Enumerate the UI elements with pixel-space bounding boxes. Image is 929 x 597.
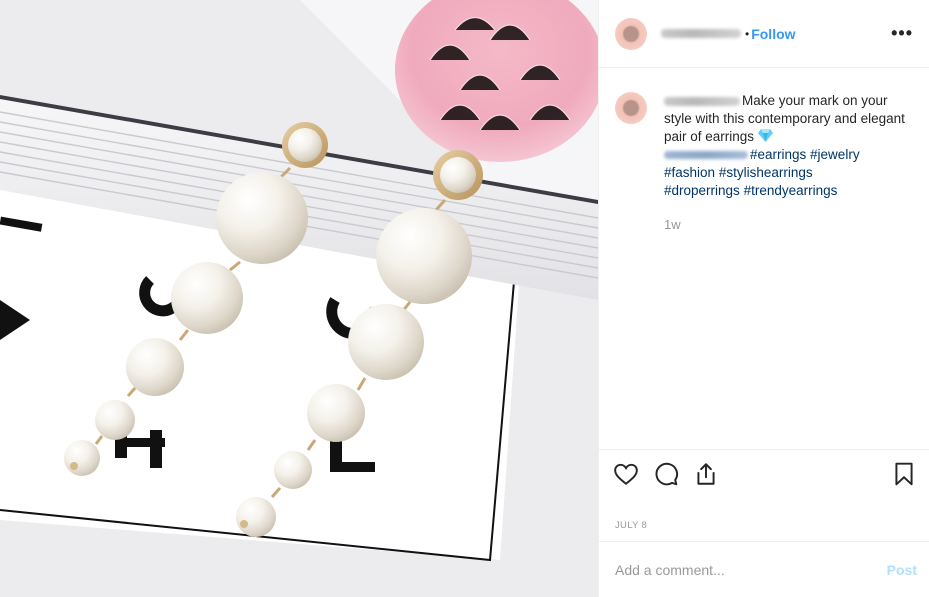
author-avatar[interactable] [615, 17, 647, 50]
comment-input[interactable] [615, 561, 887, 578]
hashtag-link[interactable]: #droperrings [664, 183, 740, 198]
hashtag-link[interactable]: #fashion [664, 165, 715, 180]
save-button[interactable] [891, 461, 917, 487]
gem-emoji-icon [757, 129, 773, 142]
share-button[interactable] [693, 461, 719, 487]
caption-tag-redacted[interactable] [664, 151, 748, 160]
like-button[interactable] [613, 461, 639, 487]
action-bar [599, 449, 929, 497]
post-header: • Follow ••• [599, 0, 929, 68]
pearl-earrings-photo [0, 0, 598, 597]
comment-bar: Post [599, 541, 929, 597]
caption-author-avatar[interactable] [615, 92, 647, 124]
author-username-redacted[interactable] [661, 29, 741, 38]
share-icon [697, 462, 715, 485]
post-comment-button[interactable]: Post [887, 562, 917, 578]
post-caption: Make your mark on your style with this c… [599, 68, 929, 234]
caption-time-ago[interactable]: 1w [664, 216, 913, 234]
post-side-panel: • Follow ••• Make your mark on your styl… [598, 0, 929, 597]
post-view: • Follow ••• Make your mark on your styl… [0, 0, 929, 597]
caption-username-redacted[interactable] [664, 96, 740, 106]
bookmark-icon [895, 462, 913, 485]
caption-body: Make your mark on your style with this c… [664, 92, 913, 234]
hashtag-link[interactable]: #earrings [750, 147, 806, 162]
comment-button[interactable] [653, 461, 679, 487]
hashtag-link[interactable]: #trendyearrings [744, 183, 838, 198]
separator-dot: • [745, 26, 750, 41]
hashtag-link[interactable]: #jewelry [810, 147, 860, 162]
post-date[interactable]: JULY 8 [615, 520, 647, 531]
follow-button[interactable]: Follow [751, 26, 795, 42]
more-options-icon[interactable]: ••• [891, 23, 913, 44]
hashtag-link[interactable]: #stylishearrings [719, 165, 813, 180]
heart-icon [614, 463, 638, 485]
post-photo[interactable] [0, 0, 598, 597]
comment-icon [655, 462, 678, 485]
